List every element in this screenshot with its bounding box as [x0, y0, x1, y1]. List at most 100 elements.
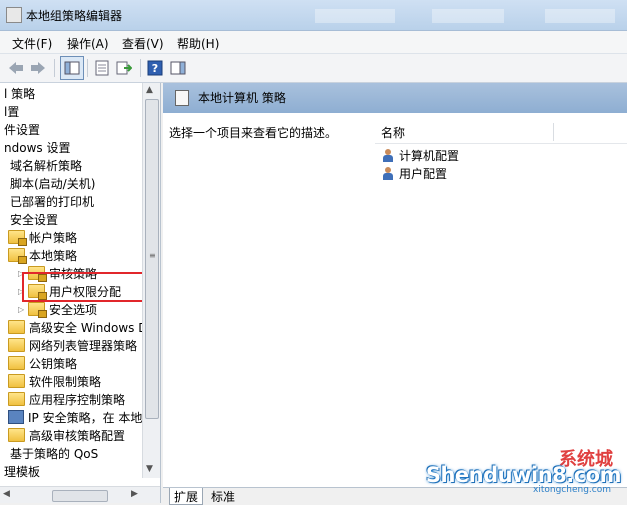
tree-item-label: 域名解析策略: [10, 158, 83, 173]
tree-item[interactable]: l 策略: [4, 85, 35, 101]
console-tree-icon: [64, 61, 80, 75]
menu-action[interactable]: 操作(A): [67, 35, 109, 52]
folder-icon: [8, 374, 25, 388]
tree-horizontal-scrollbar[interactable]: ◀ ▶: [0, 486, 160, 503]
tree-item-label: 高级审核策略配置: [29, 428, 126, 443]
user-config-icon: [381, 166, 396, 180]
title-bar: 本地组策略编辑器: [0, 0, 627, 31]
app-icon: [6, 7, 22, 23]
tree-item[interactable]: 高级安全 Windows D: [8, 319, 147, 335]
watermark: 系统城 Shenduwin8.com xitongcheng.com: [426, 445, 622, 495]
folder-icon: [8, 338, 25, 352]
tree-item-label: 脚本(启动/关机): [10, 176, 96, 191]
column-separator[interactable]: [553, 123, 554, 141]
show-action-pane-button[interactable]: [168, 58, 188, 78]
tree-item[interactable]: 安全设置: [10, 211, 58, 227]
tree-item[interactable]: 脚本(启动/关机): [10, 175, 95, 191]
help-icon: ?: [147, 60, 163, 76]
tree-item-label: 理模板: [4, 464, 41, 479]
tree-item[interactable]: l置: [4, 103, 19, 119]
list-item-computer-config[interactable]: 计算机配置: [381, 147, 459, 163]
tree-item[interactable]: 网络列表管理器策略: [8, 337, 137, 353]
list-item-label: 用户配置: [399, 166, 448, 181]
expand-arrow-icon[interactable]: ▷: [18, 305, 28, 314]
tree-item-label: 软件限制策略: [29, 374, 102, 389]
export-list-button[interactable]: [114, 58, 134, 78]
details-pane: 本地计算机 策略 选择一个项目来查看它的描述。 名称 计算机配置 用户配置 扩展…: [163, 83, 627, 505]
locked-folder-icon: [28, 302, 47, 318]
toolbar-separator: [87, 59, 88, 77]
properties-button[interactable]: [92, 58, 112, 78]
locked-folder-icon: [8, 230, 27, 246]
help-button[interactable]: ?: [145, 58, 165, 78]
computer-config-icon: [381, 148, 396, 162]
watermark-sub: xitongcheng.com: [533, 485, 611, 495]
tree-item-label: 网络列表管理器策略: [29, 338, 138, 353]
window-title: 本地组策略编辑器: [26, 9, 123, 23]
tree-item[interactable]: 应用程序控制策略: [8, 391, 125, 407]
list-item-user-config[interactable]: 用户配置: [381, 165, 447, 181]
tree-item-label: IP 安全策略，在 本地: [28, 410, 143, 425]
background-window-ghost: [315, 9, 395, 23]
tree-item[interactable]: 本地策略: [8, 247, 78, 264]
column-header-name[interactable]: 名称: [381, 124, 405, 141]
forward-button[interactable]: [28, 58, 48, 78]
tree-item-label: 公钥策略: [29, 356, 78, 371]
tree-item-label: l 策略: [4, 86, 36, 101]
tree-item-label: 本地策略: [29, 248, 78, 263]
tree-item[interactable]: ▷ 安全选项: [18, 301, 98, 318]
tree-item-label: 帐户策略: [29, 230, 78, 245]
policy-book-icon: [175, 90, 189, 106]
folder-icon: [8, 428, 25, 442]
svg-text:?: ?: [152, 62, 158, 75]
back-button[interactable]: [6, 58, 26, 78]
toolbar-separator: [54, 59, 55, 77]
tree-item[interactable]: 件设置: [4, 121, 40, 137]
tree-item-label: 安全选项: [49, 302, 98, 317]
menu-file[interactable]: 文件(F): [12, 35, 52, 52]
console-tree[interactable]: l 策略 l置 件设置 ndows 设置 域名解析策略 脚本(启动/关机) 已部署的打印机安…: [0, 83, 161, 503]
tree-item-label: 高级安全 Windows D: [29, 320, 148, 335]
tree-item[interactable]: 已部署的打印机: [10, 193, 94, 209]
tree-item-label: ndows 设置: [4, 140, 71, 155]
folder-icon: [8, 320, 25, 334]
tree-item[interactable]: 基于策略的 QoS: [10, 445, 98, 461]
details-header: 本地计算机 策略: [163, 83, 627, 113]
tree-item[interactable]: ndows 设置: [4, 139, 70, 155]
tree-item[interactable]: 软件限制策略: [8, 373, 101, 389]
tree-vertical-scrollbar[interactable]: ▲ ≡ ▼: [142, 83, 160, 478]
scroll-thumb[interactable]: [52, 490, 108, 502]
scroll-right-icon[interactable]: ▶: [131, 489, 138, 499]
tab-standard[interactable]: 标准: [207, 488, 239, 504]
show-hide-tree-button[interactable]: [60, 56, 84, 80]
action-pane-icon: [170, 61, 186, 75]
locked-folder-icon: [8, 248, 27, 264]
tree-item-label: 基于策略的 QoS: [10, 446, 99, 461]
ip-security-icon: [8, 410, 24, 424]
tree-item[interactable]: 高级审核策略配置: [8, 427, 125, 443]
menu-view[interactable]: 查看(V): [122, 35, 164, 52]
menu-help[interactable]: 帮助(H): [177, 35, 219, 52]
tree-item[interactable]: 理模板: [4, 463, 40, 479]
details-title: 本地计算机 策略: [198, 91, 286, 105]
tree-item-label: 安全设置: [10, 212, 59, 227]
menu-bar: 文件(F) 操作(A) 查看(V) 帮助(H): [0, 31, 627, 54]
export-list-icon: [116, 61, 132, 75]
scroll-up-icon[interactable]: ▲: [146, 85, 153, 95]
properties-icon: [95, 60, 109, 76]
scroll-left-icon[interactable]: ◀: [3, 489, 10, 499]
tree-item-label: 应用程序控制策略: [29, 392, 126, 407]
background-window-ghost: [432, 9, 504, 23]
tree-item[interactable]: 帐户策略: [8, 229, 78, 246]
list-item-label: 计算机配置: [399, 148, 460, 163]
tree-item[interactable]: 公钥策略: [8, 355, 77, 371]
scroll-down-icon[interactable]: ▼: [146, 464, 153, 474]
scroll-grip-icon: ≡: [149, 251, 156, 260]
tree-item[interactable]: IP 安全策略，在 本地: [8, 409, 142, 425]
toolbar: ?: [0, 54, 627, 83]
tab-extended[interactable]: 扩展: [169, 488, 204, 505]
description-text: 选择一个项目来查看它的描述。: [169, 126, 338, 140]
tree-item-label: l置: [4, 104, 20, 119]
arrow-right-icon: [31, 62, 45, 74]
tree-item[interactable]: 域名解析策略: [10, 157, 82, 173]
